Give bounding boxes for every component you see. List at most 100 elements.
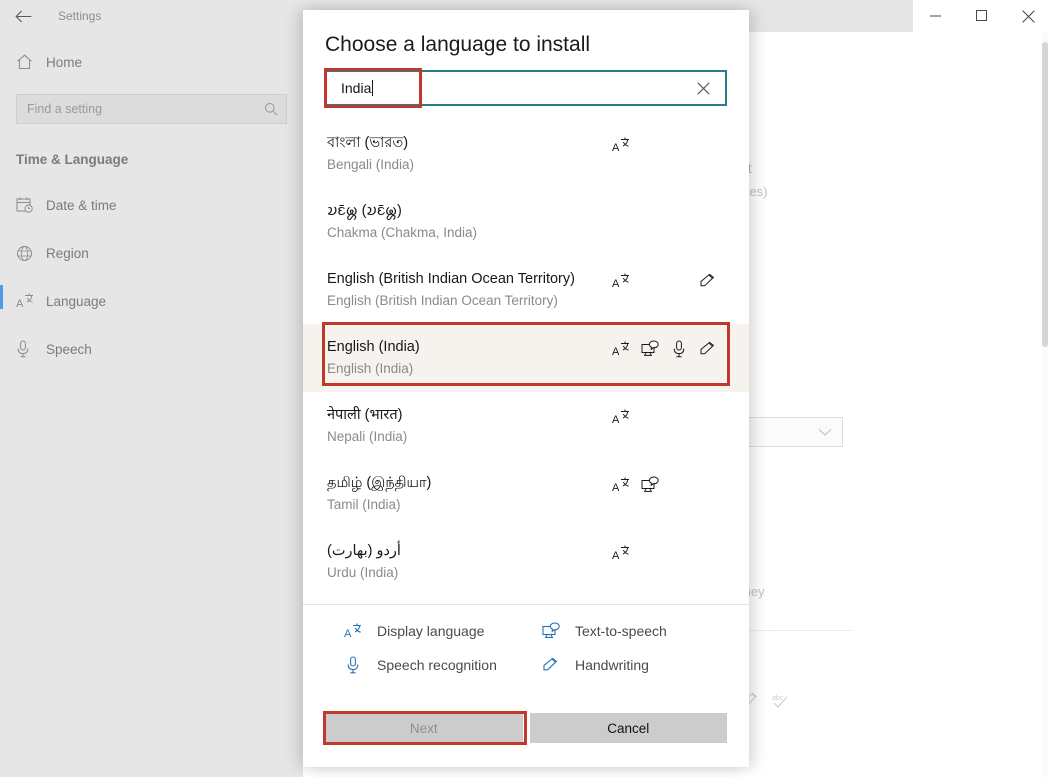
language-native-name: বাংলা (ভারত) [327,134,409,151]
legend-label: Handwriting [575,657,649,673]
legend-item-speech-recognition: Speech recognition [343,655,541,675]
sidebar-item-home[interactable]: Home [0,42,303,82]
language-row-tamil[interactable]: தமிழ் (இந்தியா) Tamil (India) A [303,460,749,528]
minimize-icon [930,11,942,21]
clear-x-icon[interactable] [689,74,717,102]
language-row-urdu[interactable]: أردو (بھارت) Urdu (India) A [303,528,749,596]
sidebar-section-header: Time & Language [16,152,129,167]
window-controls [913,0,1051,32]
language-feature-icons: A [611,407,727,427]
display-language-icon: A [611,339,631,359]
language-feature-icons: A [611,475,727,495]
minimize-button[interactable] [913,0,959,32]
text-to-speech-icon [541,621,561,641]
language-row-english-biot[interactable]: English (British Indian Ocean Territory)… [303,256,749,324]
svg-text:A: A [612,346,620,358]
language-row-texts: বাংলা (ভারত) Bengali (India) [327,133,611,176]
abc-check-icon: abc [772,692,790,708]
text-to-speech-icon [640,475,660,495]
language-english-name: Chakma (Chakma, India) [327,224,478,240]
microphone-icon [16,340,46,358]
svg-text:A: A [16,298,24,310]
language-native-name: 𑄌𑄋𑄴𑄟𑄳𑄦 (𑄌𑄋𑄴𑄟𑄳𑄦) [327,202,402,219]
svg-text:A: A [612,142,620,154]
language-native-name: English (British Indian Ocean Territory) [327,270,575,287]
background-scrollbar-thumb [1042,42,1048,347]
language-search-value: India [341,80,689,96]
language-feature-icons: A [611,339,727,359]
language-row-texts: English (India) English (India) [327,337,611,380]
back-button[interactable] [0,0,46,32]
search-placeholder: Find a setting [27,102,103,116]
language-feature-icons [611,203,727,223]
sidebar-item-language[interactable]: A Language [0,277,303,325]
display-language-icon: A [16,292,46,310]
microphone-icon [669,339,689,359]
calendar-clock-icon [16,196,46,214]
language-feature-icons: A [611,543,727,563]
cancel-button[interactable]: Cancel [529,713,727,743]
sidebar-item-label: Speech [46,341,92,357]
background-feature-icons: abc [743,692,790,708]
language-feature-icons: A [611,271,727,291]
language-row-texts: தமிழ் (இந்தியா) Tamil (India) [327,473,611,516]
language-row-chakma[interactable]: 𑄌𑄋𑄴𑄟𑄳𑄦 (𑄌𑄋𑄴𑄟𑄳𑄦) Chakma (Chakma, India) [303,188,749,256]
choose-language-dialog: Choose a language to install India বাংলা… [303,10,749,767]
maximize-icon [976,10,988,22]
sidebar-item-region[interactable]: Region [0,229,303,277]
feature-legend: A Display language Text-to-speech Speech… [303,604,749,683]
legend-label: Speech recognition [377,657,497,673]
svg-text:A: A [612,550,620,562]
dialog-title: Choose a language to install [325,33,591,56]
language-row-texts: नेपाली (भारत) Nepali (India) [327,405,611,448]
language-native-name: தமிழ் (இந்தியா) [327,474,432,491]
close-button[interactable] [1005,0,1051,32]
svg-text:A: A [612,278,620,290]
handwriting-icon [698,339,718,359]
language-english-name: English (British Indian Ocean Territory) [327,292,558,308]
display-language-icon: A [343,621,363,641]
handwriting-icon [541,655,561,675]
next-button[interactable]: Next [325,713,523,743]
language-native-name: أردو (بھارت) [327,542,401,559]
back-arrow-icon [14,10,32,23]
language-english-name: Tamil (India) [327,496,401,512]
sidebar-item-label: Date & time [46,197,117,213]
svg-text:A: A [612,414,620,426]
sidebar-item-date-time[interactable]: Date & time [0,181,303,229]
language-search-container: India [324,68,727,108]
dialog-footer: Next Cancel [303,711,749,767]
maximize-button[interactable] [959,0,1005,32]
sidebar-nav-list: Date & time Region A Language Speech [0,181,303,373]
language-english-name: Bengali (India) [327,156,415,172]
language-row-texts: 𑄌𑄋𑄴𑄟𑄳𑄦 (𑄌𑄋𑄴𑄟𑄳𑄦) Chakma (Chakma, India) [327,201,611,244]
language-row-nepali[interactable]: नेपाली (भारत) Nepali (India) A [303,392,749,460]
language-native-name: English (India) [327,338,420,355]
language-row-bengali[interactable]: বাংলা (ভারত) Bengali (India) A [303,120,749,188]
sidebar-item-speech[interactable]: Speech [0,325,303,373]
legend-label: Text-to-speech [575,623,667,639]
language-search-input[interactable]: India [325,70,727,106]
svg-text:A: A [344,628,352,640]
home-icon [16,54,46,70]
microphone-icon [343,655,363,675]
display-language-icon: A [611,407,631,427]
window-title: Settings [58,9,102,23]
legend-item-handwriting: Handwriting [541,655,749,675]
language-english-name: English (India) [327,360,414,376]
language-row-english-india[interactable]: English (India) English (India) A [303,324,749,392]
display-language-icon: A [611,475,631,495]
display-language-icon: A [611,271,631,291]
sidebar-search-input[interactable]: Find a setting [16,94,287,124]
language-row-texts: English (British Indian Ocean Territory)… [327,269,611,312]
globe-icon [16,245,46,262]
language-list: বাংলা (ভারত) Bengali (India) A 𑄌𑄋𑄴𑄟𑄳𑄦 (𑄌… [303,120,749,596]
sidebar-item-label: Region [46,245,89,261]
sidebar-item-label: Language [46,293,107,309]
sidebar: Home Find a setting Time & Language Date… [0,32,303,777]
search-icon [264,102,278,116]
close-icon [1021,9,1035,23]
legend-item-text-to-speech: Text-to-speech [541,621,749,641]
display-language-icon: A [611,135,631,155]
legend-label: Display language [377,623,485,639]
